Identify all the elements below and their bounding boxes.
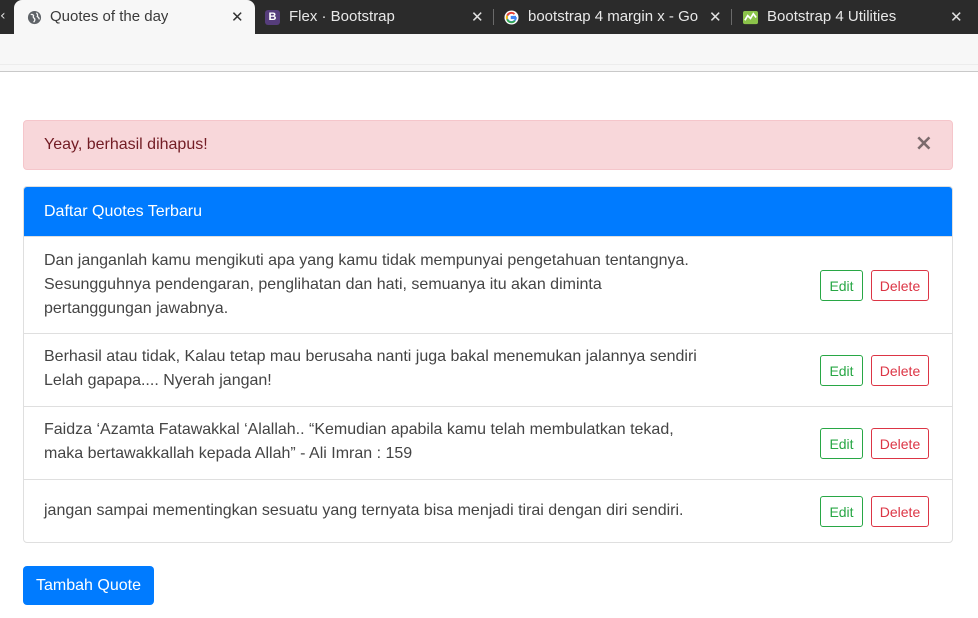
- tab-title: bootstrap 4 margin x - Goo: [528, 8, 698, 25]
- card-title: Daftar Quotes Terbaru: [44, 203, 203, 220]
- close-icon[interactable]: ✕: [471, 8, 484, 26]
- success-alert: Yeay, berhasil dihapus! ×: [23, 120, 953, 170]
- quote-line: pertanggungan jawabnya.: [44, 300, 229, 317]
- quote-text: Berhasil atau tidak, Kalau tetap mau ber…: [44, 345, 714, 393]
- tab-flex-bootstrap[interactable]: B Flex · Bootstrap ✕: [255, 0, 493, 34]
- tab-bootstrap-margin-search[interactable]: bootstrap 4 margin x - Goo ✕: [494, 0, 730, 34]
- alert-message: Yeay, berhasil dihapus!: [44, 136, 208, 153]
- delete-button[interactable]: Delete: [871, 428, 929, 459]
- tab-title: Quotes of the day: [50, 8, 169, 25]
- delete-button[interactable]: Delete: [871, 355, 929, 386]
- quote-line: Faidza ‘Azamta Fatawakkal ‘Alallah.. “Ke…: [44, 421, 674, 438]
- list-item: Dan janganlah kamu mengikuti apa yang ka…: [24, 236, 952, 333]
- tab-bootstrap-utilities[interactable]: Bootstrap 4 Utilities ✕: [732, 0, 978, 34]
- globe-icon: [27, 10, 42, 25]
- edit-button[interactable]: Edit: [820, 270, 863, 301]
- chart-icon: [743, 10, 758, 25]
- quote-line: Lelah gapapa.... Nyerah jangan!: [44, 372, 272, 389]
- edit-button[interactable]: Edit: [820, 428, 863, 459]
- delete-button[interactable]: Delete: [871, 496, 929, 527]
- card-header: Daftar Quotes Terbaru: [24, 187, 952, 237]
- list-item: jangan sampai mementingkan sesuatu yang …: [24, 479, 952, 542]
- tab-title: Bootstrap 4 Utilities: [767, 8, 897, 25]
- quote-line: jangan sampai mementingkan sesuatu yang …: [44, 502, 684, 519]
- add-quote-button[interactable]: Tambah Quote: [23, 566, 154, 605]
- quote-line: Berhasil atau tidak, Kalau tetap mau ber…: [44, 348, 697, 365]
- browser-tabstrip: ‹ Quotes of the day ✕ B Flex · Bootstrap…: [0, 0, 978, 34]
- close-icon[interactable]: ×: [915, 133, 933, 155]
- delete-button[interactable]: Delete: [871, 270, 929, 301]
- quotes-card: Daftar Quotes Terbaru Dan janganlah kamu…: [23, 186, 953, 543]
- quote-line: Sesungguhnya pendengaran, penglihatan da…: [44, 276, 602, 293]
- list-item: Berhasil atau tidak, Kalau tetap mau ber…: [24, 333, 952, 406]
- tab-quotes-of-the-day[interactable]: Quotes of the day ✕: [14, 0, 255, 34]
- toolbar-divider: [0, 64, 978, 65]
- quote-text: jangan sampai mementingkan sesuatu yang …: [44, 499, 714, 523]
- quote-text: Faidza ‘Azamta Fatawakkal ‘Alallah.. “Ke…: [44, 418, 714, 466]
- tab-title: Flex · Bootstrap: [289, 8, 395, 25]
- google-icon: [504, 10, 519, 25]
- edit-button[interactable]: Edit: [820, 496, 863, 527]
- close-icon[interactable]: ✕: [231, 8, 244, 26]
- quote-text: Dan janganlah kamu mengikuti apa yang ka…: [44, 249, 714, 321]
- browser-toolbar: [0, 34, 978, 71]
- close-icon[interactable]: ✕: [709, 8, 722, 26]
- tab-scroll-left-icon[interactable]: ‹: [0, 8, 6, 24]
- quote-line: Dan janganlah kamu mengikuti apa yang ka…: [44, 252, 689, 269]
- bootstrap-icon: B: [265, 10, 280, 25]
- list-item: Faidza ‘Azamta Fatawakkal ‘Alallah.. “Ke…: [24, 406, 952, 479]
- edit-button[interactable]: Edit: [820, 355, 863, 386]
- toolbar-divider: [0, 71, 978, 72]
- quote-line: maka bertawakkallah kepada Allah” - Ali …: [44, 445, 413, 462]
- close-icon[interactable]: ✕: [950, 8, 963, 26]
